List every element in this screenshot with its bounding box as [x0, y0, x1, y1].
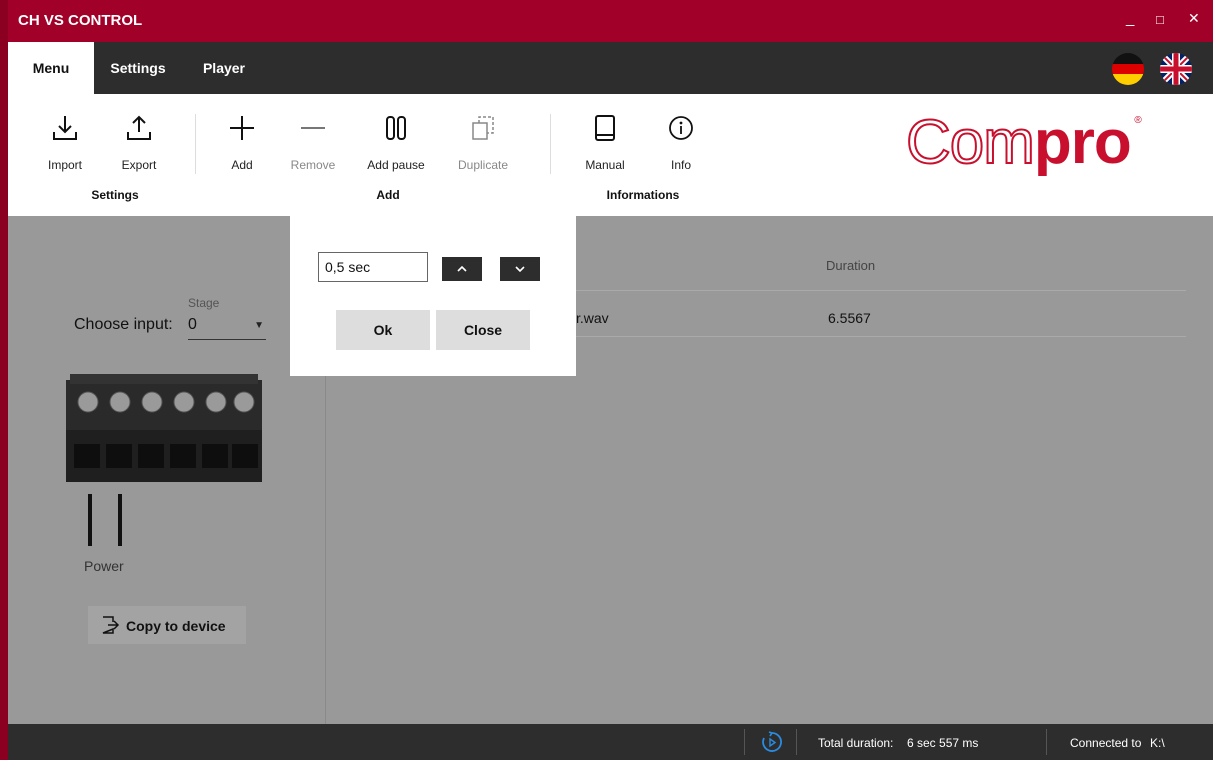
logo-com: Com	[905, 108, 1036, 177]
ribbon-divider	[195, 114, 196, 174]
connected-label: Connected to	[1070, 736, 1142, 750]
stage-label: Stage	[188, 296, 220, 310]
choose-input-label: Choose input:	[74, 316, 173, 333]
copy-to-device-icon	[102, 616, 120, 634]
increase-button[interactable]	[442, 257, 482, 281]
power-label: Power	[84, 558, 124, 574]
add-pause-label: Add pause	[367, 158, 425, 172]
minus-icon	[301, 127, 325, 129]
connected-drive: K:\	[1150, 736, 1165, 750]
header-divider	[566, 290, 1186, 291]
copy-to-device-button[interactable]: Copy to device	[88, 606, 246, 644]
compro-logo: Compro ®	[905, 111, 1142, 175]
plus-icon	[230, 116, 254, 140]
info-label: Info	[670, 158, 691, 172]
dropdown-arrow-icon: ▼	[254, 320, 264, 331]
minimize-button[interactable]: _	[1126, 10, 1134, 27]
maximize-button[interactable]: □	[1156, 12, 1164, 27]
group-label-informations: Informations	[606, 188, 680, 202]
pause-duration-dialog: Ok Close	[290, 216, 576, 376]
duplicate-icon	[472, 116, 494, 140]
manual-label: Manual	[585, 158, 625, 172]
window-title: CH VS CONTROL	[18, 12, 143, 29]
tab-settings[interactable]: Settings	[102, 42, 174, 94]
close-dialog-button[interactable]: Close	[436, 310, 530, 350]
info-button[interactable]: Info	[646, 94, 716, 184]
pause-icon	[386, 116, 406, 140]
column-header-duration: Duration	[826, 258, 876, 273]
add-button[interactable]: Add	[207, 94, 277, 184]
total-duration-value: 6 sec 557 ms	[907, 736, 979, 750]
status-divider	[796, 729, 797, 755]
ribbon-divider	[550, 114, 551, 174]
chevron-down-icon	[515, 266, 525, 273]
terminal-block-image	[66, 374, 262, 482]
status-bar: Total duration: 6 sec 557 ms Connected t…	[8, 724, 1213, 760]
add-label: Add	[231, 158, 253, 172]
remove-label: Remove	[290, 158, 336, 172]
status-divider	[744, 729, 745, 755]
total-duration-label: Total duration:	[818, 736, 894, 750]
group-label-add: Add	[376, 188, 400, 202]
row-divider	[566, 336, 1186, 337]
remove-button[interactable]: Remove	[278, 94, 348, 184]
power-line	[88, 494, 92, 546]
logo-pro: pro	[1033, 108, 1132, 177]
row-file-name: r.wav	[576, 310, 609, 326]
import-label: Import	[47, 158, 82, 172]
duplicate-label: Duplicate	[457, 158, 509, 172]
export-label: Export	[121, 158, 157, 172]
left-panel: Stage Choose input: 0 ▼ Power Copy to de…	[8, 216, 326, 724]
status-divider	[1046, 729, 1047, 755]
flag-de-icon[interactable]	[1112, 53, 1144, 85]
duplicate-button[interactable]: Duplicate	[448, 94, 518, 184]
ok-button[interactable]: Ok	[336, 310, 430, 350]
tab-bar: Menu Settings Player	[8, 42, 1213, 94]
app-window: CH VS CONTROL _ □ ✕ Menu Settings Player	[0, 0, 1213, 760]
add-pause-button[interactable]: Add pause	[361, 94, 431, 184]
group-label-settings: Settings	[91, 188, 139, 202]
registered-mark: ®	[1134, 115, 1141, 126]
close-button[interactable]: ✕	[1188, 10, 1200, 27]
selected-input-value: 0	[188, 316, 197, 333]
import-icon	[53, 116, 77, 140]
power-line	[118, 494, 122, 546]
pause-duration-input[interactable]	[318, 252, 428, 282]
flag-uk-icon[interactable]	[1160, 53, 1192, 85]
book-icon	[595, 115, 615, 141]
decrease-button[interactable]	[500, 257, 540, 281]
tab-player[interactable]: Player	[194, 42, 254, 94]
copy-to-device-label: Copy to device	[126, 618, 226, 634]
tab-menu[interactable]: Menu	[8, 42, 94, 94]
ribbon: Import Export Add Remove Add pause Dupli…	[8, 94, 1213, 216]
export-icon	[127, 115, 151, 140]
playback-status-icon[interactable]	[760, 730, 784, 754]
manual-button[interactable]: Manual	[570, 94, 640, 184]
chevron-up-icon	[457, 265, 467, 272]
import-button[interactable]: Import	[30, 94, 100, 184]
title-bar: CH VS CONTROL _ □ ✕	[8, 0, 1213, 42]
export-button[interactable]: Export	[104, 94, 174, 184]
input-select[interactable]: 0 ▼	[188, 314, 266, 340]
info-icon	[669, 116, 693, 140]
row-duration: 6.5567	[828, 310, 871, 326]
